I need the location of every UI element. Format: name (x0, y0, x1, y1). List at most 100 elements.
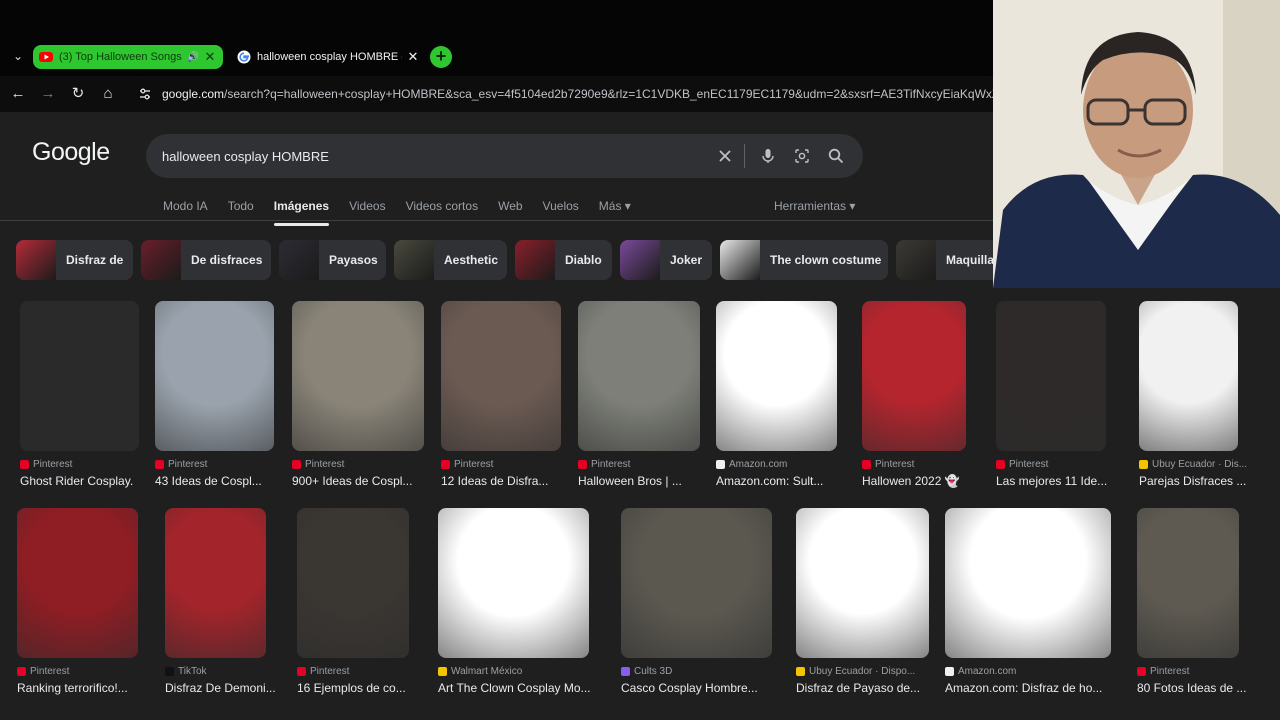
address-bar[interactable]: google.com/search?q=halloween+cosplay+HO… (128, 79, 998, 109)
tools-button[interactable]: Herramientas ▾ (774, 199, 855, 213)
lens-camera-icon[interactable] (791, 145, 813, 167)
result-source[interactable]: Pinterest (578, 459, 630, 470)
chip-aesthetic[interactable]: Aesthetic (394, 240, 507, 280)
result-source[interactable]: Pinterest (1137, 666, 1189, 677)
result-thumbnail[interactable] (165, 508, 266, 658)
google-logo[interactable]: Google (32, 138, 110, 167)
chip-diablo[interactable]: Diablo (515, 240, 612, 280)
speaker-icon[interactable]: 🔊 (187, 52, 199, 63)
chip-payasos[interactable]: Payasos (279, 240, 386, 280)
search-icon[interactable] (825, 145, 847, 167)
result-source[interactable]: Pinterest (155, 459, 207, 470)
reload-icon[interactable]: ↻ (68, 84, 88, 104)
result-thumbnail[interactable] (862, 301, 966, 451)
chip-the-clown-costume[interactable]: The clown costume (720, 240, 888, 280)
source-name: Ubuy Ecuador · Dis... (1152, 459, 1248, 470)
chip-joker[interactable]: Joker (620, 240, 712, 280)
result-thumbnail[interactable] (155, 301, 274, 451)
result-thumbnail[interactable] (17, 508, 138, 658)
result-thumbnail[interactable] (796, 508, 929, 658)
tab-mas[interactable]: Más ▾ (599, 199, 631, 219)
result-caption[interactable]: 12 Ideas de Disfra... (441, 474, 548, 488)
result-thumbnail[interactable] (20, 301, 139, 451)
result-thumbnail[interactable] (945, 508, 1111, 658)
result-caption[interactable]: 16 Ejemplos de co... (297, 681, 406, 695)
source-favicon-icon (297, 667, 306, 676)
result-source[interactable]: Pinterest (17, 666, 69, 677)
back-arrow-icon[interactable]: ← (8, 84, 28, 104)
result-caption[interactable]: Amazon.com: Sult... (716, 474, 823, 488)
chip-disfraz-de[interactable]: Disfraz de (16, 240, 133, 280)
result-caption[interactable]: 43 Ideas de Cospl... (155, 474, 262, 488)
youtube-icon (39, 50, 53, 64)
result-caption[interactable]: Hallowen 2022 👻 (862, 474, 960, 488)
result-source[interactable]: Pinterest (996, 459, 1048, 470)
result-thumbnail[interactable] (996, 301, 1106, 451)
result-thumbnail[interactable] (438, 508, 589, 658)
microphone-icon[interactable] (757, 145, 779, 167)
result-thumbnail[interactable] (578, 301, 700, 451)
tab-videos-cortos[interactable]: Videos cortos (406, 199, 479, 219)
result-caption[interactable]: Parejas Disfraces ... (1139, 474, 1246, 488)
result-caption[interactable]: Ghost Rider Cosplay. (20, 474, 133, 488)
close-tab-icon[interactable]: ✕ (203, 49, 217, 65)
source-name: Pinterest (310, 666, 350, 677)
result-thumbnail[interactable] (297, 508, 409, 658)
result-source[interactable]: Pinterest (441, 459, 493, 470)
result-source[interactable]: Ubuy Ecuador · Dispo... (796, 666, 915, 677)
result-caption[interactable]: Amazon.com: Disfraz de ho... (945, 681, 1102, 695)
tab-todo[interactable]: Todo (228, 199, 254, 219)
chip-thumbnail (720, 240, 760, 280)
result-caption[interactable]: 80 Fotos Ideas de ... (1137, 681, 1246, 695)
result-thumbnail[interactable] (441, 301, 561, 451)
source-favicon-icon (165, 667, 174, 676)
chip-de-disfraces[interactable]: De disfraces (141, 240, 271, 280)
result-thumbnail[interactable] (716, 301, 837, 451)
result-source[interactable]: Pinterest (20, 459, 72, 470)
result-thumbnail[interactable] (621, 508, 772, 658)
result-thumbnail[interactable] (1137, 508, 1239, 658)
result-source[interactable]: Ubuy Ecuador · Dis... (1139, 459, 1247, 470)
result-source[interactable]: Amazon.com (945, 666, 1016, 677)
tab-google-search[interactable]: halloween cosplay HOMBRE - B ✕ (231, 45, 426, 69)
tab-web[interactable]: Web (498, 199, 522, 219)
result-source[interactable]: Walmart México (438, 666, 522, 677)
tab-search-chevron-icon[interactable]: ⌄ (10, 48, 26, 64)
site-info-icon[interactable] (138, 87, 152, 101)
result-caption[interactable]: Ranking terrorifico!... (17, 681, 128, 695)
result-caption[interactable]: Art The Clown Cosplay Mo... (438, 681, 591, 695)
result-caption[interactable]: Disfraz De Demoni... (165, 681, 276, 695)
result-caption[interactable]: Disfraz de Payaso de... (796, 681, 920, 695)
clear-icon[interactable] (714, 145, 736, 167)
source-favicon-icon (621, 667, 630, 676)
tab-videos[interactable]: Videos (349, 199, 385, 219)
result-caption[interactable]: Las mejores 11 Ide... (996, 474, 1107, 488)
result-caption[interactable]: Halloween Bros | ... (578, 474, 682, 488)
search-input[interactable] (162, 148, 702, 164)
result-source[interactable]: Pinterest (292, 459, 344, 470)
source-name: TikTok (178, 666, 207, 677)
tab-youtube[interactable]: (3) Top Halloween Songs of 🔊 ✕ (33, 45, 223, 69)
source-favicon-icon (862, 460, 871, 469)
source-name: Pinterest (305, 459, 345, 470)
result-source[interactable]: Cults 3D (621, 666, 672, 677)
forward-arrow-icon[interactable]: → (38, 84, 58, 104)
tab-vuelos[interactable]: Vuelos (543, 199, 579, 219)
new-tab-button[interactable]: + (430, 46, 452, 68)
result-caption[interactable]: Casco Cosplay Hombre... (621, 681, 758, 695)
result-source[interactable]: TikTok (165, 666, 207, 677)
result-thumbnail[interactable] (292, 301, 424, 451)
result-thumbnail[interactable] (1139, 301, 1238, 451)
source-favicon-icon (438, 667, 447, 676)
tab-modo-ia[interactable]: Modo IA (163, 199, 208, 219)
home-icon[interactable]: ⌂ (98, 84, 118, 104)
page-scrollbar[interactable] (1268, 290, 1280, 720)
result-source[interactable]: Pinterest (862, 459, 914, 470)
tab-imagenes[interactable]: Imágenes (273, 199, 330, 226)
result-source[interactable]: Pinterest (297, 666, 349, 677)
close-tab-icon[interactable]: ✕ (406, 49, 420, 65)
result-source[interactable]: Amazon.com (716, 459, 787, 470)
chip-thumbnail (279, 240, 319, 280)
source-favicon-icon (1139, 460, 1148, 469)
result-caption[interactable]: 900+ Ideas de Cospl... (292, 474, 412, 488)
